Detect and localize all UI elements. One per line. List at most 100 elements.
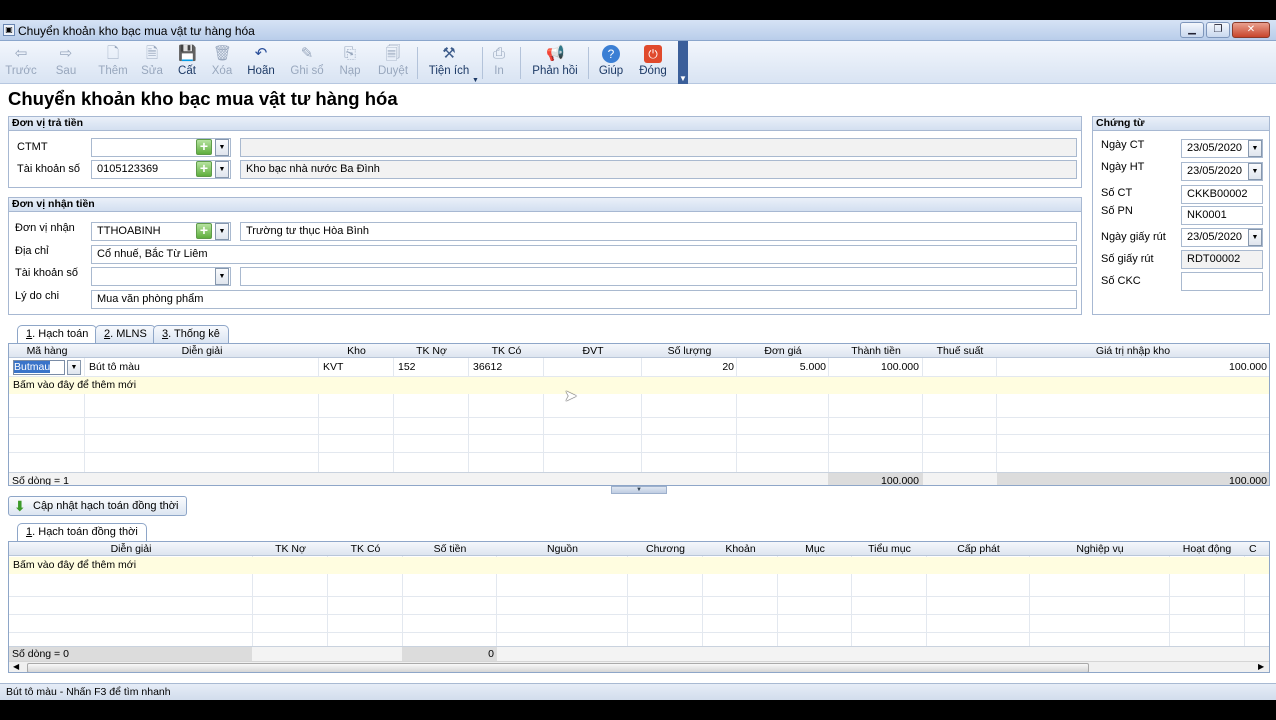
withdraw-no-input[interactable]: RDT00002: [1181, 250, 1263, 269]
col2-tk-no[interactable]: TK Nợ: [253, 542, 328, 556]
status-text: Bút tô màu - Nhấn F3 để tìm nhanh: [6, 686, 171, 698]
maximize-button[interactable]: ❐: [1206, 22, 1230, 38]
withdraw-date-dropdown-chevron-icon[interactable]: ▼: [1248, 229, 1262, 246]
receiver-group-header: Đơn vị nhận tiền: [9, 198, 1081, 212]
chevron-down-icon[interactable]: ▼: [472, 77, 479, 84]
add-payer-account-icon[interactable]: +: [196, 161, 212, 177]
date-ht-dropdown-chevron-icon[interactable]: ▼: [1248, 163, 1262, 180]
col-gia-tri-nhap-kho[interactable]: Giá trị nhập kho: [997, 344, 1269, 358]
approve-icon: 🗐: [385, 45, 401, 62]
so-luong-cell[interactable]: 20: [642, 359, 734, 375]
toolbar-separator: [520, 47, 521, 79]
tools-icon: ⚒: [442, 45, 456, 62]
col2-nguon[interactable]: Nguồn: [497, 542, 628, 556]
tk-no-cell[interactable]: 152: [398, 359, 468, 375]
reason-label: Lý do chi: [15, 290, 60, 302]
edit-button[interactable]: 🗎 Sửa: [137, 45, 167, 83]
horizontal-scrollbar[interactable]: ◀ ▶: [9, 661, 1269, 672]
approve-button[interactable]: 🗐 Duyệt: [375, 45, 411, 83]
splitter-handle[interactable]: ▼: [611, 486, 667, 494]
receiver-unit-label: Đơn vị nhận: [15, 222, 75, 234]
dien-giai-cell[interactable]: Bút tô màu: [89, 359, 315, 375]
close-button[interactable]: ⏻ Đóng: [637, 45, 669, 83]
scroll-right-icon[interactable]: ▶: [1258, 662, 1264, 671]
col-thanh-tien[interactable]: Thành tiền: [829, 344, 923, 358]
add-button[interactable]: 🗋 Thêm: [96, 45, 130, 83]
receiver-account-dropdown-chevron-icon[interactable]: ▼: [215, 268, 229, 285]
grid-divider: [9, 417, 1269, 418]
payer-account-dropdown-chevron-icon[interactable]: ▼: [215, 161, 229, 178]
so-pn-input[interactable]: NK0001: [1181, 206, 1263, 225]
add-new-row[interactable]: Bấm vào đây để thêm mới: [9, 557, 1269, 574]
toolbar-separator: [417, 47, 418, 79]
kho-cell[interactable]: KVT: [323, 359, 393, 375]
scrollbar-thumb[interactable]: [27, 663, 1089, 672]
col2-so-tien[interactable]: Số tiền: [403, 542, 497, 556]
so-ct-input[interactable]: CKKB00002: [1181, 185, 1263, 204]
add-ctmt-icon[interactable]: +: [196, 139, 212, 155]
load-icon: ⎘: [343, 45, 356, 62]
receiver-unit-description[interactable]: Trường tư thục Hòa Bình: [240, 222, 1077, 241]
next-button[interactable]: ⇨ Sau: [50, 45, 82, 83]
col2-c[interactable]: C: [1249, 542, 1269, 556]
so-pn-label: Số PN: [1101, 205, 1133, 217]
close-window-button[interactable]: ✕: [1232, 22, 1270, 38]
col-so-luong[interactable]: Số lượng: [642, 344, 737, 358]
col2-dien-giai[interactable]: Diễn giải: [9, 542, 253, 556]
col-tk-no[interactable]: TK Nợ: [394, 344, 469, 358]
save-button[interactable]: 💾 Cất: [174, 45, 200, 83]
add-receiver-unit-icon[interactable]: +: [196, 223, 212, 239]
col2-chuong[interactable]: Chương: [628, 542, 703, 556]
tab-hach-toan[interactable]: 1. Hạch toán: [17, 325, 98, 344]
receiver-account-description[interactable]: [240, 267, 1077, 286]
date-ht-label: Ngày HT: [1101, 161, 1145, 173]
post-button[interactable]: ✎ Ghi sổ: [289, 45, 325, 83]
col-dien-giai[interactable]: Diễn giải: [85, 344, 319, 358]
tab-mlns[interactable]: 2. MLNS: [95, 325, 156, 343]
col2-khoan[interactable]: Khoản: [703, 542, 778, 556]
tab-hach-toan-dong-thoi[interactable]: 1. Hạch toán đồng thời: [17, 523, 147, 542]
tk-co-cell[interactable]: 36612: [473, 359, 543, 375]
col-tk-co[interactable]: TK Có: [469, 344, 544, 358]
address-input[interactable]: Cổ nhuế, Bắc Từ Liêm: [91, 245, 1077, 264]
ma-hang-dropdown-chevron-icon[interactable]: ▼: [67, 360, 81, 375]
col2-muc[interactable]: Mục: [778, 542, 852, 556]
table-row[interactable]: Butmau ▼ Bút tô màu KVT 152 36612 20 5.0…: [9, 359, 1269, 376]
toolbar-overflow-handle[interactable]: ▼: [678, 41, 688, 84]
col-ma-hang[interactable]: Mã hàng: [9, 344, 85, 358]
help-button[interactable]: ? Giúp: [596, 45, 626, 83]
add-new-row[interactable]: Bấm vào đây để thêm mới: [9, 377, 1269, 394]
reason-input[interactable]: Mua văn phòng phẩm: [91, 290, 1077, 309]
col-thue-suat[interactable]: Thuế suất: [923, 344, 997, 358]
thanh-tien-cell[interactable]: 100.000: [829, 359, 919, 375]
col2-nghiep-vu[interactable]: Nghiệp vụ: [1030, 542, 1170, 556]
delete-button[interactable]: 🗑 Xóa: [208, 45, 236, 83]
utilities-button[interactable]: ⚒ Tiện ích: [426, 45, 472, 83]
ckc-input[interactable]: [1181, 272, 1263, 291]
receiver-account-input[interactable]: [91, 267, 231, 286]
feedback-button[interactable]: 📢 Phản hồi: [530, 45, 580, 83]
ma-hang-cell[interactable]: Butmau: [13, 360, 65, 375]
col2-cap-phat[interactable]: Cấp phát: [927, 542, 1030, 556]
tab-thong-ke[interactable]: 3. Thống kê: [153, 325, 229, 343]
col2-tieu-muc[interactable]: Tiểu mục: [852, 542, 927, 556]
col-dvt[interactable]: ĐVT: [544, 344, 642, 358]
receiver-unit-dropdown-chevron-icon[interactable]: ▼: [215, 223, 229, 240]
load-button[interactable]: ⎘ Nạp: [337, 45, 363, 83]
col2-tk-co[interactable]: TK Có: [328, 542, 403, 556]
title-bar[interactable]: ▣ Chuyển khoản kho bạc mua vật tư hàng h…: [0, 20, 1276, 41]
col-don-gia[interactable]: Đơn giá: [737, 344, 829, 358]
col-kho[interactable]: Kho: [319, 344, 394, 358]
scroll-left-icon[interactable]: ◀: [13, 662, 19, 671]
undo-button[interactable]: ↶ Hoãn: [245, 45, 277, 83]
update-concurrent-accounting-button[interactable]: ⬇ Cập nhật hạch toán đồng thời: [8, 496, 188, 516]
print-button[interactable]: ⎙ In: [488, 45, 510, 83]
new-document-icon: 🗋: [106, 45, 120, 62]
minimize-button[interactable]: ▁: [1180, 22, 1204, 38]
back-button[interactable]: ⇦ Trước: [4, 45, 38, 83]
don-gia-cell[interactable]: 5.000: [737, 359, 826, 375]
ctmt-dropdown-chevron-icon[interactable]: ▼: [215, 139, 229, 156]
gia-tri-cell[interactable]: 100.000: [997, 359, 1267, 375]
col2-hoat-dong[interactable]: Hoạt động: [1170, 542, 1244, 556]
date-ct-dropdown-chevron-icon[interactable]: ▼: [1248, 140, 1262, 157]
